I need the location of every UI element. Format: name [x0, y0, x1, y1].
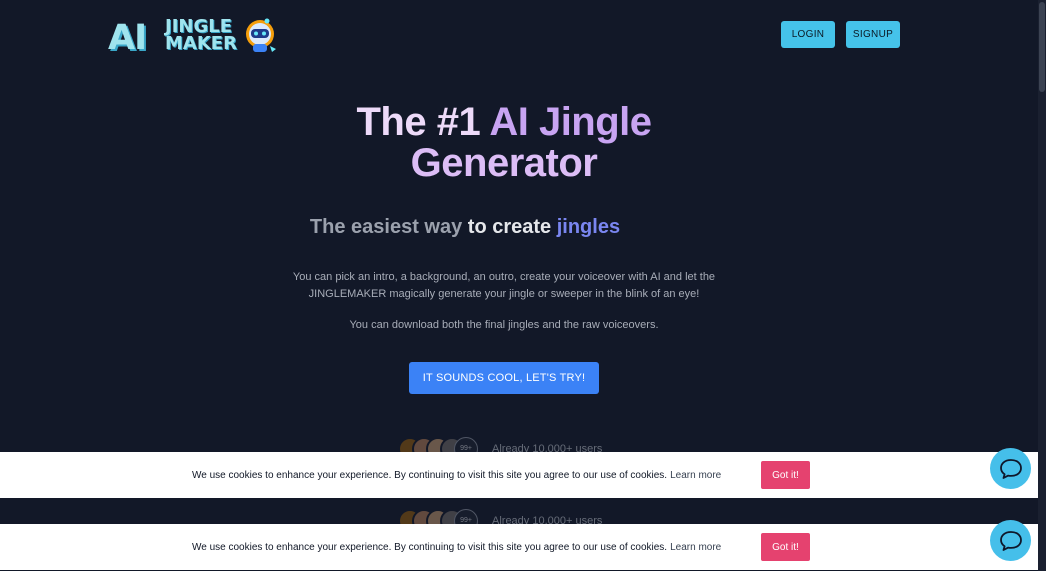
cookie-accept-button[interactable]: Got it!: [761, 461, 810, 489]
chat-button[interactable]: [990, 520, 1031, 561]
chat-button[interactable]: [990, 448, 1031, 489]
cookie-message-text: We use cookies to enhance your experienc…: [192, 470, 668, 481]
hero-title-part1: The #1: [356, 100, 490, 144]
hero-description-download: You can download both the final jingles …: [349, 319, 659, 331]
robot-mascot-icon: [246, 18, 276, 52]
cookie-message: We use cookies to enhance your experienc…: [192, 542, 721, 553]
subtitle-part3: jingles: [556, 216, 621, 238]
subtitle-part2: to create: [467, 216, 557, 238]
cookie-message-text: We use cookies to enhance your experienc…: [192, 542, 668, 553]
chat-bubble-icon: [999, 530, 1022, 551]
cookie-message: We use cookies to enhance your experienc…: [192, 470, 721, 481]
cookie-banner: We use cookies to enhance your experienc…: [0, 452, 1038, 498]
cookie-learn-more-link[interactable]: Learn more: [670, 542, 721, 553]
logo-maker-text: MAKER: [165, 33, 237, 54]
cookie-accept-button[interactable]: Got it!: [761, 533, 810, 561]
try-it-button[interactable]: IT SOUNDS COOL, LET'S TRY!: [409, 362, 599, 394]
cookie-banner: We use cookies to enhance your experienc…: [0, 524, 1038, 570]
chat-bubble-icon: [999, 458, 1022, 479]
logo-ai-text: AI: [108, 18, 147, 58]
hero-title: The #1 AI Jingle Generator: [254, 102, 754, 184]
cookie-learn-more-link[interactable]: Learn more: [670, 470, 721, 481]
scrollbar-thumb[interactable]: [1039, 2, 1045, 92]
hero-subtitle: The easiest way to create jingles: [200, 216, 730, 239]
subtitle-part1: The easiest way: [309, 216, 468, 238]
hero-description: You can pick an intro, a background, an …: [292, 271, 716, 300]
brand-logo[interactable]: AI JINGLE MAKER: [108, 16, 283, 58]
signup-button[interactable]: SIGNUP: [846, 21, 900, 48]
login-button[interactable]: LOGIN: [781, 21, 835, 48]
page-scrollbar[interactable]: [1038, 0, 1046, 571]
hero-title-part3: Generator: [410, 141, 598, 185]
hero-title-part2: AI Jingle: [489, 100, 652, 144]
